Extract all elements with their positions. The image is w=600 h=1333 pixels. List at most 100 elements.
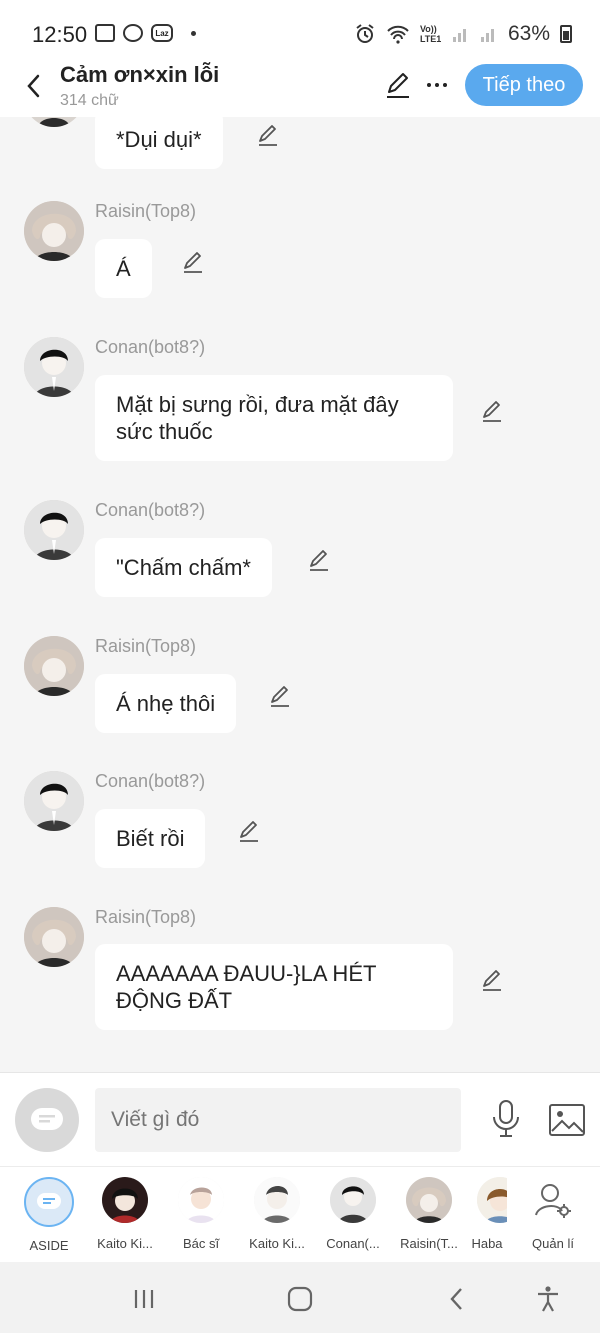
- home-button[interactable]: [280, 1282, 320, 1316]
- character-item-aside[interactable]: ASIDE: [11, 1177, 87, 1253]
- avatar[interactable]: [24, 337, 84, 397]
- avatar[interactable]: [24, 500, 84, 560]
- message-bubble[interactable]: Mặt bị sưng rồi, đưa mặt đây sức thuốc: [95, 375, 453, 461]
- character-item[interactable]: Kaito Ki...: [87, 1177, 163, 1251]
- header: Cảm ơn×xin lỗi 314 chữ Tiếp theo: [0, 62, 600, 117]
- pencil-icon: [184, 252, 202, 273]
- battery-icon: [560, 25, 572, 43]
- message-bubble[interactable]: "Chấm chấm*: [95, 538, 272, 597]
- more-notifications-icon: [191, 30, 196, 36]
- notification-icons: Laz: [95, 24, 196, 42]
- message-input[interactable]: [95, 1088, 461, 1152]
- avatar[interactable]: [24, 907, 84, 967]
- chat-bubble-icon: [31, 1108, 63, 1130]
- next-button[interactable]: Tiếp theo: [465, 64, 583, 106]
- lazada-notification-icon: Laz: [151, 24, 173, 42]
- edit-message-button[interactable]: [267, 683, 293, 709]
- character-item[interactable]: Conan(...: [315, 1177, 391, 1251]
- avatar: [178, 1177, 224, 1223]
- system-back-button[interactable]: [436, 1282, 476, 1316]
- sync-notification-icon: [123, 24, 143, 42]
- character-name: ASIDE: [29, 1238, 69, 1253]
- wifi-icon: [387, 25, 409, 44]
- manage-characters-button[interactable]: Quản lí: [515, 1177, 591, 1251]
- character-name: Raisin(T...: [400, 1236, 458, 1251]
- character-name: Kaito Ki...: [97, 1236, 153, 1251]
- status-bar: 12:50 Laz Vo)) LTE1 63%: [0, 0, 600, 62]
- edit-message-button[interactable]: [479, 398, 505, 424]
- signal-2-icon: [480, 29, 494, 42]
- sender-name: Raisin(Top8): [95, 907, 197, 927]
- avatar: [102, 1177, 148, 1223]
- message-bubble[interactable]: AAAAAAA ĐAUU-}LA HÉT ĐỘNG ĐẤT: [95, 944, 453, 1030]
- network-label: Vo)) LTE1: [419, 24, 442, 44]
- pencil-icon: [483, 970, 501, 991]
- edit-title-button[interactable]: [383, 70, 413, 100]
- alarm-icon: [356, 24, 374, 43]
- sender-name: Raisin(Top8): [95, 201, 197, 221]
- edit-message-button[interactable]: [180, 249, 206, 275]
- character-name: Conan(...: [326, 1236, 380, 1251]
- image-button[interactable]: [548, 1103, 586, 1137]
- status-time: 12:50: [32, 22, 88, 47]
- character-name: Kaito Ki...: [249, 1236, 305, 1251]
- character-item[interactable]: Bác sĩ: [163, 1177, 239, 1251]
- aside-icon: [24, 1177, 74, 1227]
- battery-percent: 63%: [507, 22, 550, 45]
- avatar[interactable]: [24, 771, 84, 831]
- avatar: [477, 1177, 507, 1223]
- accessibility-button[interactable]: [528, 1282, 568, 1316]
- avatar[interactable]: [24, 117, 84, 127]
- sender-name: Conan(bot8?): [95, 500, 206, 520]
- edit-message-button[interactable]: [306, 547, 332, 573]
- character-name: Bác sĩ: [182, 1236, 220, 1251]
- home-icon: [287, 1286, 313, 1312]
- avatar: [406, 1177, 452, 1223]
- edit-message-button[interactable]: [479, 967, 505, 993]
- message-bubble[interactable]: Á nhẹ thôi: [95, 674, 237, 733]
- pencil-icon: [259, 125, 277, 146]
- page-title: Cảm ơn×xin lỗi: [60, 62, 220, 87]
- narration-button[interactable]: [15, 1088, 79, 1152]
- pencil-icon: [387, 73, 409, 98]
- edit-message-button[interactable]: [236, 818, 262, 844]
- system-nav-bar: [0, 1262, 600, 1333]
- microphone-icon: [493, 1100, 519, 1137]
- edit-message-button[interactable]: [255, 122, 281, 148]
- image-icon: [549, 1104, 585, 1136]
- character-bar: ASIDE Kaito Ki... Bác sĩ Kaito Ki... Con…: [0, 1166, 600, 1262]
- microphone-button[interactable]: [488, 1099, 524, 1139]
- back-icon: [450, 1288, 462, 1310]
- message-bubble[interactable]: *Dụi dụi*: [95, 117, 223, 169]
- avatar: [330, 1177, 376, 1223]
- avatar[interactable]: [24, 201, 84, 261]
- back-button[interactable]: [18, 66, 48, 106]
- pencil-icon: [310, 550, 328, 571]
- character-item[interactable]: Haba: [467, 1177, 507, 1251]
- character-item[interactable]: Raisin(T...: [391, 1177, 467, 1251]
- pencil-icon: [483, 401, 501, 422]
- manage-users-icon: [530, 1177, 576, 1223]
- word-count: 314 chữ: [60, 92, 119, 109]
- sender-name: Conan(bot8?): [95, 337, 206, 357]
- accessibility-icon: [538, 1286, 558, 1312]
- avatar: [254, 1177, 300, 1223]
- character-name: Quản lí: [532, 1236, 574, 1251]
- avatar[interactable]: [24, 636, 84, 696]
- message-bubble[interactable]: Á: [95, 239, 152, 298]
- recent-apps-button[interactable]: [124, 1282, 164, 1316]
- composer: [0, 1072, 600, 1166]
- message-bubble[interactable]: Biết rồi: [95, 809, 206, 868]
- more-horizontal-icon: [427, 83, 447, 87]
- recent-apps-icon: [134, 1290, 154, 1308]
- chevron-left-icon: [27, 74, 40, 98]
- pencil-icon: [271, 686, 289, 707]
- sender-name: Conan(bot8?): [95, 771, 206, 791]
- gallery-notification-icon: [95, 24, 115, 42]
- chat-area[interactable]: *Dụi dụi* Raisin(Top8) Á Conan(bot8?) Mặ…: [0, 117, 600, 1072]
- more-options-button[interactable]: [424, 70, 450, 100]
- status-right: Vo)) LTE1 63%: [354, 22, 572, 46]
- character-item[interactable]: Kaito Ki...: [239, 1177, 315, 1251]
- pencil-icon: [240, 821, 258, 842]
- sender-name: Raisin(Top8): [95, 636, 197, 656]
